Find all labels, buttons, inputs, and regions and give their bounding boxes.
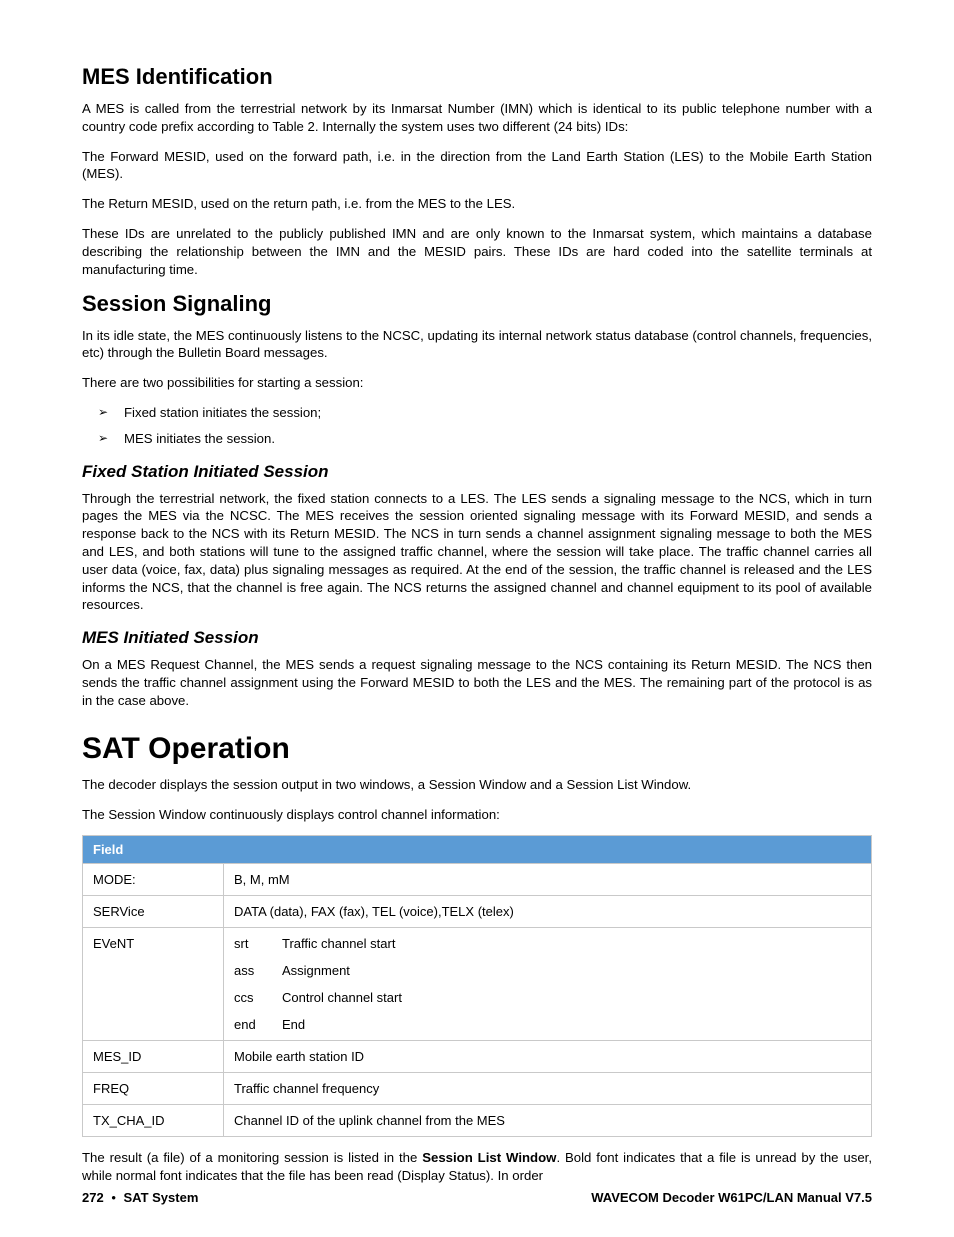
desc-cell: Traffic channel frequency — [224, 1073, 872, 1105]
page-footer: 272 • SAT System WAVECOM Decoder W61PC/L… — [82, 1190, 872, 1205]
table-row: EVeNT srt Traffic channel start ass Assi… — [83, 928, 872, 1041]
footer-right: WAVECOM Decoder W61PC/LAN Manual V7.5 — [591, 1190, 872, 1205]
event-label: Control channel start — [282, 990, 861, 1005]
event-label: Assignment — [282, 963, 861, 978]
field-cell: MODE: — [83, 864, 224, 896]
table-row: MES_ID Mobile earth station ID — [83, 1041, 872, 1073]
event-code: srt — [234, 936, 282, 951]
field-cell: SERVice — [83, 896, 224, 928]
event-sublist: srt Traffic channel start ass Assignment… — [234, 936, 861, 1032]
list-item: MES initiates the session. — [124, 430, 872, 448]
table-row: FREQ Traffic channel frequency — [83, 1073, 872, 1105]
field-cell: MES_ID — [83, 1041, 224, 1073]
table-header-field: Field — [83, 836, 872, 864]
text: The result (a file) of a monitoring sess… — [82, 1150, 422, 1165]
field-cell: TX_CHA_ID — [83, 1105, 224, 1137]
heading-sat-operation: SAT Operation — [82, 732, 872, 766]
desc-cell: DATA (data), FAX (fax), TEL (voice),TELX… — [224, 896, 872, 928]
paragraph: A MES is called from the terrestrial net… — [82, 100, 872, 136]
desc-cell: Channel ID of the uplink channel from th… — [224, 1105, 872, 1137]
table-row: MODE: B, M, mM — [83, 864, 872, 896]
list-item: Fixed station initiates the session; — [124, 404, 872, 422]
bold-text: Session List Window — [422, 1150, 556, 1165]
table-row: SERVice DATA (data), FAX (fax), TEL (voi… — [83, 896, 872, 928]
paragraph: The Session Window continuously displays… — [82, 806, 872, 824]
document-page: MES Identification A MES is called from … — [0, 0, 954, 1237]
heading-fixed-station-initiated: Fixed Station Initiated Session — [82, 462, 872, 482]
desc-cell: srt Traffic channel start ass Assignment… — [224, 928, 872, 1041]
paragraph: There are two possibilities for starting… — [82, 374, 872, 392]
paragraph: These IDs are unrelated to the publicly … — [82, 225, 872, 278]
field-cell: FREQ — [83, 1073, 224, 1105]
bullet-list: Fixed station initiates the session; MES… — [82, 404, 872, 448]
page-number: 272 — [82, 1190, 104, 1205]
event-code: ccs — [234, 990, 282, 1005]
heading-mes-initiated: MES Initiated Session — [82, 628, 872, 648]
paragraph: In its idle state, the MES continuously … — [82, 327, 872, 363]
paragraph: On a MES Request Channel, the MES sends … — [82, 656, 872, 709]
paragraph: Through the terrestrial network, the fix… — [82, 490, 872, 615]
paragraph: The Forward MESID, used on the forward p… — [82, 148, 872, 184]
event-label: Traffic channel start — [282, 936, 861, 951]
footer-left: 272 • SAT System — [82, 1190, 198, 1205]
field-cell: EVeNT — [83, 928, 224, 1041]
heading-session-signaling: Session Signaling — [82, 291, 872, 317]
field-table: Field MODE: B, M, mM SERVice DATA (data)… — [82, 835, 872, 1137]
paragraph: The decoder displays the session output … — [82, 776, 872, 794]
paragraph-result: The result (a file) of a monitoring sess… — [82, 1149, 872, 1185]
desc-cell: Mobile earth station ID — [224, 1041, 872, 1073]
desc-cell: B, M, mM — [224, 864, 872, 896]
table-row: TX_CHA_ID Channel ID of the uplink chann… — [83, 1105, 872, 1137]
bullet-icon: • — [104, 1190, 124, 1205]
event-code: ass — [234, 963, 282, 978]
paragraph: The Return MESID, used on the return pat… — [82, 195, 872, 213]
event-code: end — [234, 1017, 282, 1032]
footer-section: SAT System — [123, 1190, 198, 1205]
event-label: End — [282, 1017, 861, 1032]
heading-mes-identification: MES Identification — [82, 64, 872, 90]
